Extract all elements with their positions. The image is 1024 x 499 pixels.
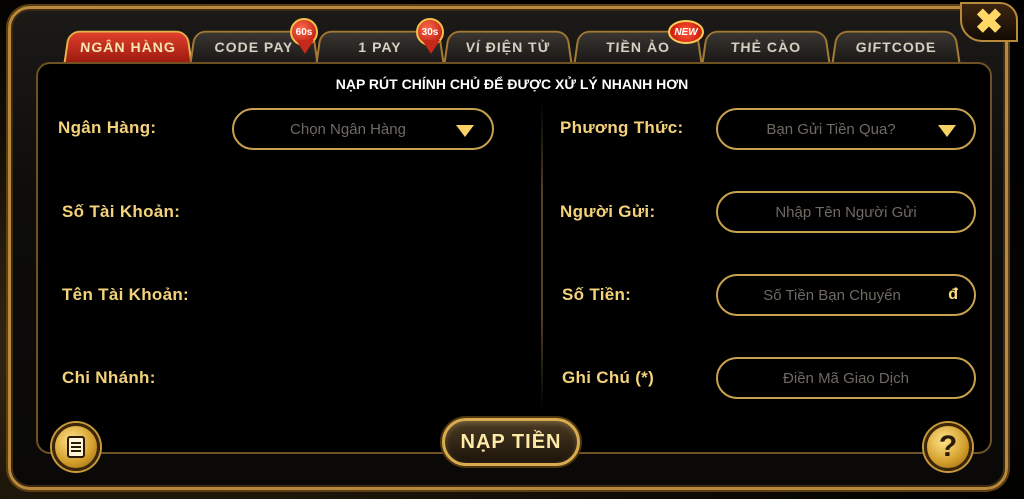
bank-select[interactable]: Chọn Ngân Hàng bbox=[232, 108, 494, 150]
tab-label: CODE PAY bbox=[214, 39, 294, 55]
sender-input[interactable] bbox=[718, 204, 974, 221]
account-number-label: Số Tài Khoản: bbox=[62, 202, 180, 222]
chevron-down-icon bbox=[456, 125, 474, 137]
note-label: Ghi Chú (*) bbox=[562, 368, 654, 388]
headline: NẠP RÚT CHÍNH CHỦ ĐỂ ĐƯỢC XỬ LÝ NHANH HƠ… bbox=[0, 76, 1024, 92]
game-screen: NGÂN HÀNG CODE PAY 1 PAY VÍ ĐIỆN TỬ TIỀN… bbox=[0, 0, 1024, 499]
close-icon: ✖ bbox=[975, 5, 1004, 39]
deposit-button[interactable]: NẠP TIỀN bbox=[442, 418, 580, 466]
history-button[interactable] bbox=[52, 423, 100, 471]
branch-label: Chi Nhánh: bbox=[62, 368, 156, 388]
tab-label: GIFTCODE bbox=[855, 39, 937, 55]
amount-input[interactable] bbox=[718, 287, 974, 304]
bank-label: Ngân Hàng: bbox=[58, 118, 156, 138]
tab-label: THẺ CÀO bbox=[730, 39, 801, 55]
note-input[interactable] bbox=[718, 370, 974, 387]
close-button[interactable]: ✖ bbox=[960, 2, 1018, 42]
amount-field[interactable]: đ bbox=[716, 274, 976, 316]
method-select-value: Bạn Gửi Tiền Qua? bbox=[766, 121, 895, 138]
column-divider bbox=[541, 100, 543, 410]
timer-badge: 60s bbox=[290, 18, 318, 46]
document-icon bbox=[67, 436, 85, 458]
help-button[interactable]: ? bbox=[924, 423, 972, 471]
tab-label: NGÂN HÀNG bbox=[79, 39, 176, 55]
currency-symbol: đ bbox=[948, 286, 958, 304]
chevron-down-icon bbox=[938, 125, 956, 137]
account-name-label: Tên Tài Khoản: bbox=[62, 285, 189, 305]
timer-badge: 30s bbox=[416, 18, 444, 46]
tab-label: VÍ ĐIỆN TỬ bbox=[465, 39, 551, 55]
new-badge: NEW bbox=[668, 20, 704, 44]
method-label: Phương Thức: bbox=[560, 118, 683, 138]
sender-label: Người Gửi: bbox=[560, 202, 655, 222]
sender-field[interactable] bbox=[716, 191, 976, 233]
question-icon: ? bbox=[939, 430, 957, 464]
tab-giftcode[interactable]: GIFTCODE bbox=[832, 31, 961, 63]
tab-e-wallet[interactable]: VÍ ĐIỆN TỬ bbox=[444, 31, 573, 63]
tab-bank[interactable]: NGÂN HÀNG bbox=[64, 31, 193, 63]
tab-scratch-card[interactable]: THẺ CÀO bbox=[702, 31, 831, 63]
method-select[interactable]: Bạn Gửi Tiền Qua? bbox=[716, 108, 976, 150]
amount-label: Số Tiền: bbox=[562, 285, 631, 305]
tab-label: TIỀN ẢO bbox=[605, 39, 670, 55]
tab-label: 1 PAY bbox=[358, 39, 402, 55]
bank-select-value: Chọn Ngân Hàng bbox=[290, 121, 406, 138]
note-field[interactable] bbox=[716, 357, 976, 399]
